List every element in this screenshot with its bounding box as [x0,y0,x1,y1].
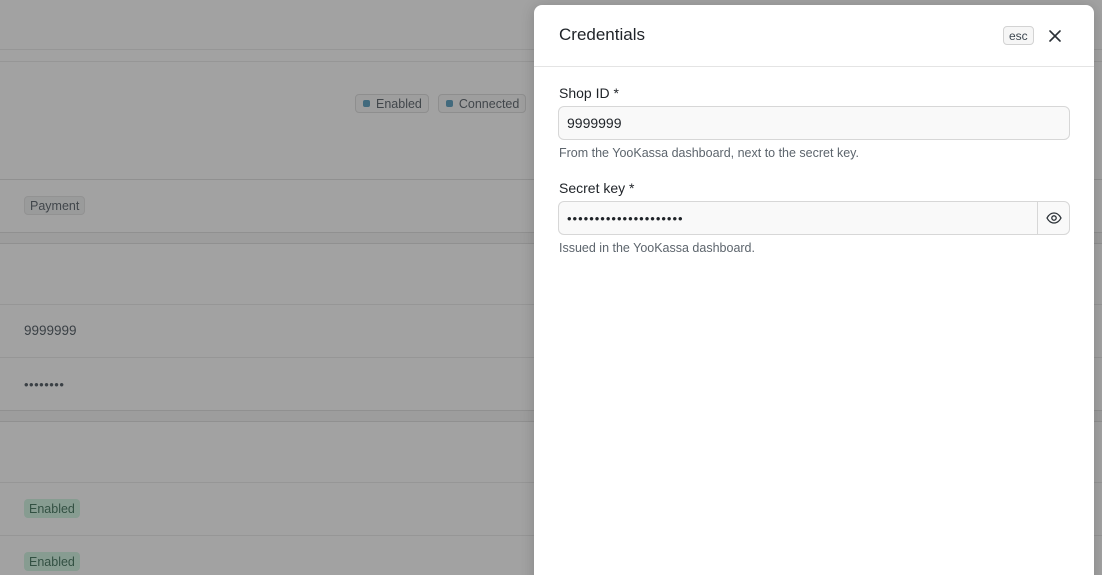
esc-key-hint: esc [1003,26,1034,45]
close-button[interactable] [1046,27,1064,45]
drawer-title: Credentials [559,25,645,44]
secret-key-help: Issued in the YooKassa dashboard. [559,241,755,255]
shop-id-label: Shop ID * [559,85,619,101]
secret-key-field: ••••••••••••••••••••• [558,201,1070,235]
eye-icon [1045,212,1062,224]
credentials-drawer: Credentials esc Shop ID * From the YooKa… [534,5,1094,575]
toggle-visibility-button[interactable] [1037,202,1069,234]
close-icon [1049,30,1061,42]
shop-id-help: From the YooKassa dashboard, next to the… [559,146,859,160]
secret-key-label: Secret key * [559,180,635,196]
secret-key-input[interactable]: ••••••••••••••••••••• [559,202,1037,234]
shop-id-input[interactable] [558,106,1070,140]
drawer-header: Credentials esc [534,5,1094,67]
